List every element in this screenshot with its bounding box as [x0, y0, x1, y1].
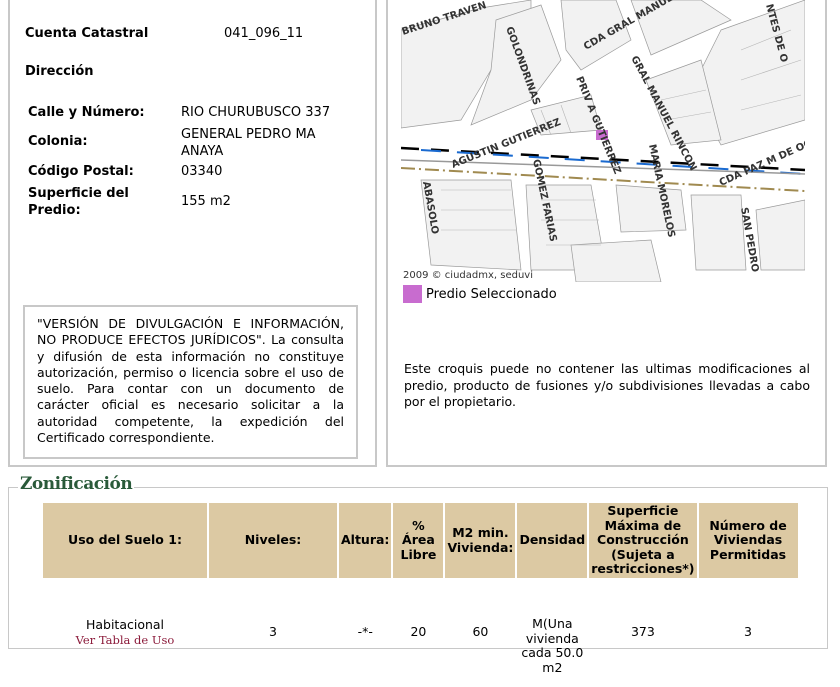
header-altura: Altura:: [339, 503, 392, 578]
street-label: CDA PAZ M DE OC: [718, 138, 805, 189]
calle-label: Calle y Número:: [28, 105, 145, 120]
cell-altura: -*-: [357, 624, 373, 640]
disclaimer-box: "VERSIÓN DE DIVULGACIÓN E INFORMACIÓN, N…: [23, 305, 358, 459]
table-header-row: Uso del Suelo 1: Niveles: Altura: % Área…: [43, 503, 798, 578]
header-m2-min: M2 min. Vivienda:: [445, 503, 516, 578]
legend-label: Predio Seleccionado: [426, 287, 557, 302]
croquis-note: Este croquis puede no contener las ultim…: [404, 361, 810, 409]
zonificacion-title: Zonificación: [18, 474, 135, 494]
direccion-label: Dirección: [25, 64, 94, 79]
map-image[interactable]: BRUNO TRAVEN GOLONDRINAS CDA GRAL MANUEL…: [401, 0, 805, 282]
superficie-value: 155 m2: [181, 194, 231, 209]
cuenta-catastral-label: Cuenta Catastral: [25, 26, 149, 41]
header-area-libre: % Área Libre: [393, 503, 444, 578]
colonia-label: Colonia:: [28, 134, 88, 149]
cell-densidad: M(Una vivienda cada 50.0 m2: [521, 616, 584, 675]
cell-uso: Habitacional Ver Tabla de Uso: [43, 580, 207, 685]
cell-num-viviendas: 3: [744, 624, 752, 640]
predio-seleccionado-swatch: [403, 285, 422, 303]
header-niveles: Niveles:: [209, 503, 337, 578]
ver-tabla-de-uso-link[interactable]: Ver Tabla de Uso: [44, 633, 206, 648]
header-densidad: Densidad: [517, 503, 588, 578]
header-superficie-max: Superficie Máxima de Construcción (Sujet…: [589, 503, 697, 578]
cell-m2-min: 60: [472, 624, 489, 640]
cell-superficie-max: 373: [630, 624, 655, 640]
cell-niveles: 3: [269, 624, 277, 640]
cuenta-catastral-value: 041_096_11: [224, 26, 304, 41]
cell-area-libre: 20: [410, 624, 427, 640]
calle-value: RIO CHURUBUSCO 337: [181, 105, 331, 120]
header-num-viviendas: Número de Viviendas Permitidas: [698, 503, 798, 578]
zonificacion-table: Uso del Suelo 1: Niveles: Altura: % Área…: [41, 501, 800, 687]
street-label: AGUSTIN GUTIERREZ: [450, 117, 562, 171]
codigo-postal-label: Código Postal:: [28, 164, 134, 179]
colonia-value: GENERAL PEDRO MA ANAYA: [181, 127, 316, 159]
map-copyright: 2009 © ciudadmx, seduvi: [403, 270, 533, 281]
superficie-label: Superficie del Predio:: [28, 186, 129, 218]
codigo-postal-value: 03340: [181, 164, 223, 179]
header-uso-suelo: Uso del Suelo 1:: [43, 503, 207, 578]
table-row: Habitacional Ver Tabla de Uso 3 -*- 20 6…: [43, 580, 798, 685]
